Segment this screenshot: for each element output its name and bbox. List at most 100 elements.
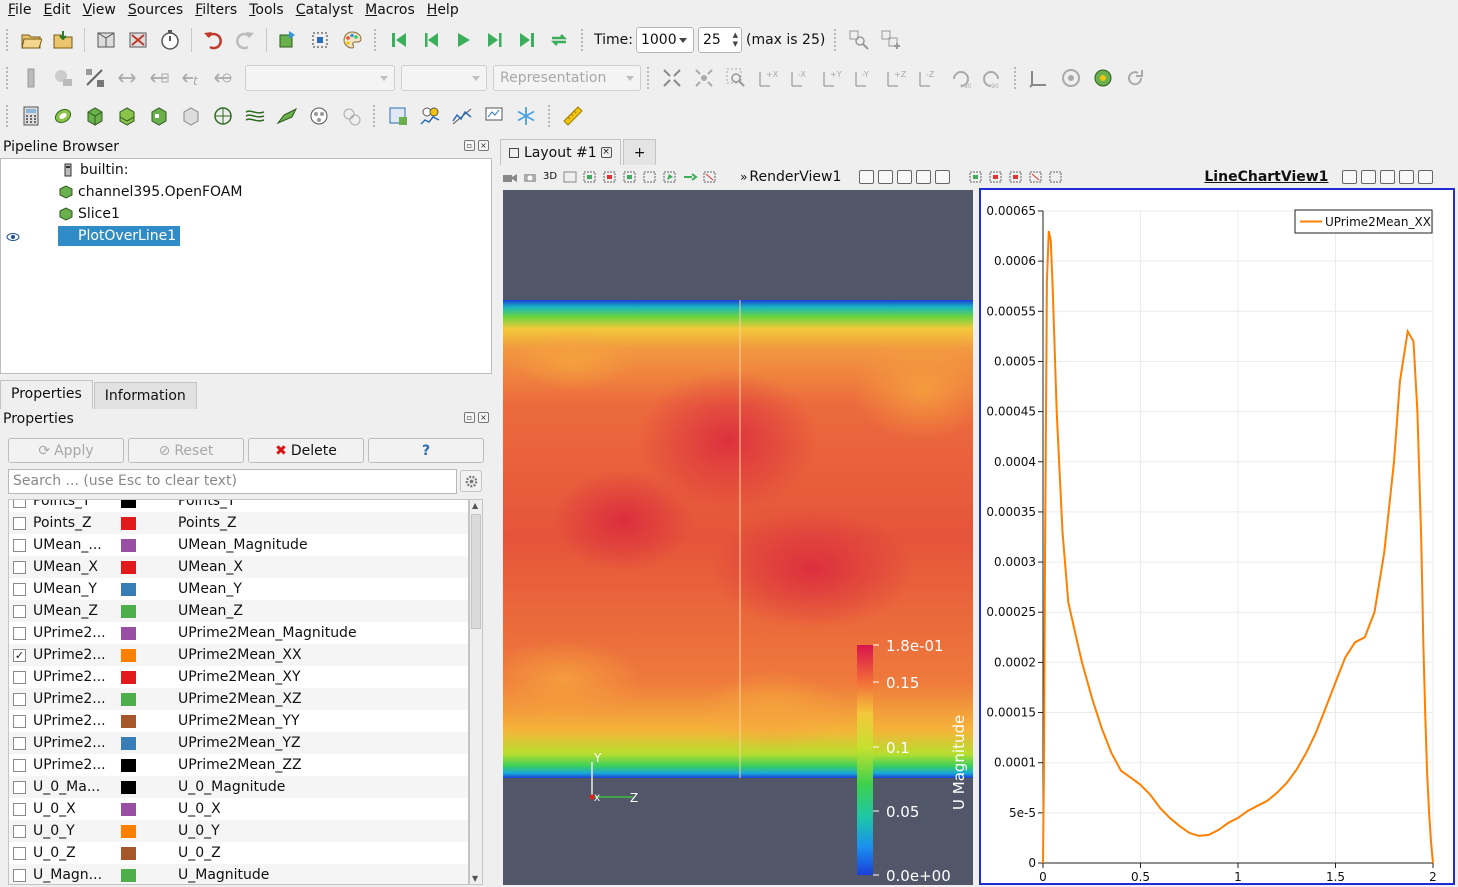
array-legend-name[interactable]: Points_Y (178, 500, 236, 509)
select-points-through-icon[interactable] (642, 170, 658, 184)
menu-filters[interactable]: Filters (189, 1, 243, 19)
glyph-icon[interactable] (208, 101, 238, 131)
pipeline-item-openfoam[interactable]: channel395.OpenFOAM (59, 182, 242, 202)
pipeline-item-slice[interactable]: Slice1 (59, 204, 120, 224)
view-minus-x-button[interactable]: -X (785, 63, 815, 93)
series-color-swatch[interactable] (121, 692, 136, 706)
menu-macros[interactable]: Macros (359, 1, 421, 19)
array-checkbox[interactable]: ✓ (13, 648, 26, 662)
array-legend-name[interactable]: Points_Z (178, 515, 237, 531)
menu-sources[interactable]: Sources (122, 1, 189, 19)
apply-button[interactable]: ⟳ Apply (8, 438, 124, 463)
array-row[interactable]: U_0_Ma... U_0_Magnitude (9, 776, 468, 798)
view-plus-z-button[interactable]: +Z (881, 63, 911, 93)
rescale-custom-button[interactable] (112, 63, 142, 93)
probe-location-icon[interactable] (479, 101, 509, 131)
array-legend-name[interactable]: UPrime2Mean_XZ (178, 691, 302, 707)
select-points-on-icon[interactable] (602, 170, 618, 184)
previous-frame-button[interactable] (416, 25, 446, 55)
array-row[interactable]: UPrime2... UPrime2Mean_ZZ (9, 754, 468, 776)
tab-properties[interactable]: Properties (0, 380, 93, 409)
last-frame-button[interactable] (512, 25, 542, 55)
rescale-visible-button[interactable] (144, 63, 174, 93)
render-view[interactable]: Y X Z 1.8e-01 0.15 0.1 0.05 0.0e+00 U Ma… (503, 190, 973, 885)
clip-icon[interactable] (80, 101, 110, 131)
representation-combo[interactable]: Representation (493, 65, 641, 91)
array-checkbox[interactable] (13, 758, 26, 772)
view-plus-x-button[interactable]: +X (753, 63, 783, 93)
reset-button[interactable]: ⊘ Reset (128, 438, 244, 463)
menu-help[interactable]: Help (421, 1, 465, 19)
auto-apply-button[interactable] (155, 25, 185, 55)
array-row[interactable]: UMean_Y UMean_Y (9, 578, 468, 600)
menu-file[interactable]: File (2, 1, 37, 19)
close-panel-icon[interactable]: × (478, 140, 489, 151)
series-color-swatch[interactable] (121, 846, 136, 860)
show-axes-button[interactable] (1024, 63, 1054, 93)
float-panel-icon[interactable]: ▫ (464, 412, 475, 423)
pipeline-item-plotoverline[interactable]: PlotOverLine1 (58, 226, 180, 246)
eye-icon[interactable] (6, 230, 20, 241)
slice-icon[interactable] (112, 101, 142, 131)
view-minus-z-button[interactable]: -Z (913, 63, 943, 93)
array-legend-name[interactable]: U_0_Y (178, 823, 220, 839)
array-checkbox[interactable] (13, 846, 26, 860)
rotate-plus-90-button[interactable]: +90 (945, 63, 975, 93)
chart-clear-selection-icon[interactable] (1048, 170, 1064, 184)
series-color-swatch[interactable] (121, 538, 136, 552)
next-frame-button[interactable] (480, 25, 510, 55)
array-legend-name[interactable]: U_0_X (178, 801, 221, 817)
tab-information[interactable]: Information (93, 382, 197, 409)
camera-capture-icon[interactable] (522, 170, 538, 184)
chart-select-icon[interactable] (968, 170, 984, 184)
redo-button[interactable] (230, 25, 260, 55)
reset-camera-closest-button[interactable] (689, 63, 719, 93)
reset-session-button[interactable] (273, 25, 303, 55)
rescale-over-time-button[interactable] (208, 63, 238, 93)
series-color-swatch[interactable] (121, 780, 136, 794)
help-button[interactable]: ? (368, 438, 484, 463)
array-legend-name[interactable]: UPrime2Mean_XX (178, 647, 302, 663)
array-checkbox[interactable] (13, 736, 26, 750)
series-color-swatch[interactable] (121, 714, 136, 728)
series-color-swatch[interactable] (121, 560, 136, 574)
maximize-icon[interactable] (897, 169, 913, 184)
series-color-swatch[interactable] (121, 736, 136, 750)
series-color-swatch[interactable] (121, 648, 136, 662)
time-step-spinbox[interactable]: 25 ▲ ▼ (697, 27, 742, 53)
array-legend-name[interactable]: UMean_X (178, 559, 243, 575)
threshold-icon[interactable] (144, 101, 174, 131)
array-row[interactable]: UPrime2... UPrime2Mean_YZ (9, 732, 468, 754)
line-chart-view-title[interactable]: LineChartView1 (1204, 169, 1328, 185)
array-row[interactable]: UMean_Z UMean_Z (9, 600, 468, 622)
array-row[interactable]: UPrime2... UPrime2Mean_XY (9, 666, 468, 688)
split-horizontal-icon[interactable] (859, 169, 875, 184)
color-palette-button[interactable] (337, 25, 367, 55)
select-polygon-icon[interactable] (662, 170, 678, 184)
close-view-icon[interactable] (935, 169, 951, 184)
camera-link-icon[interactable] (502, 170, 518, 184)
close-tab-icon[interactable]: × (600, 147, 612, 158)
menu-catalyst[interactable]: Catalyst (290, 1, 359, 19)
color-array-combo[interactable] (245, 65, 395, 91)
array-row[interactable]: Points_Y Points_Y (9, 500, 468, 512)
render-canvas[interactable]: Y X Z 1.8e-01 0.15 0.1 0.05 0.0e+00 U Ma… (503, 190, 973, 885)
gear-icon[interactable] (460, 470, 482, 492)
array-row[interactable]: UMean_X UMean_X (9, 556, 468, 578)
first-frame-button[interactable] (384, 25, 414, 55)
series-color-swatch[interactable] (121, 802, 136, 816)
array-legend-name[interactable]: UMean_Magnitude (178, 537, 308, 553)
float-panel-icon[interactable]: ▫ (464, 140, 475, 151)
array-row[interactable]: UPrime2... UPrime2Mean_XZ (9, 688, 468, 710)
chart-select-subtract-icon[interactable] (1008, 170, 1024, 184)
array-row[interactable]: UMean_... UMean_Magnitude (9, 534, 468, 556)
rescale-temporal-button[interactable]: t (176, 63, 206, 93)
array-checkbox[interactable] (13, 868, 26, 882)
warp-by-vector-icon[interactable] (272, 101, 302, 131)
toggle-color-legend-button[interactable] (16, 63, 46, 93)
series-color-swatch[interactable] (121, 500, 136, 508)
array-row[interactable]: Points_Z Points_Z (9, 512, 468, 534)
series-color-swatch[interactable] (121, 670, 136, 684)
zoom-closest-button[interactable] (876, 25, 906, 55)
toggle-3d-button[interactable]: 3D (543, 171, 557, 182)
